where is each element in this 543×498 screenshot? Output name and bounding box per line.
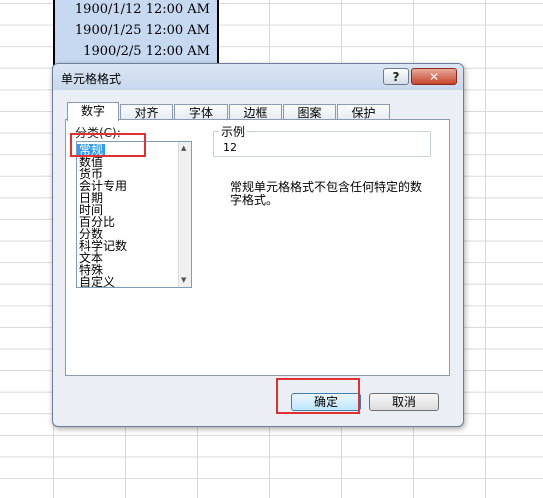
dialog-title: 单元格格式 — [61, 72, 122, 86]
category-scrollbar[interactable]: ▲ ▼ — [178, 142, 191, 287]
scroll-down-icon[interactable]: ▼ — [181, 276, 186, 284]
category-item-custom[interactable]: 自定义 — [79, 276, 115, 287]
cell-date-3[interactable]: 1900/2/5 12:00 AM — [58, 42, 210, 62]
tab-number[interactable]: 数字 — [67, 102, 119, 121]
cell-date-1[interactable]: 1900/1/12 12:00 AM — [58, 0, 210, 20]
help-button[interactable]: ? — [383, 68, 409, 85]
sample-label: 示例 — [219, 123, 248, 140]
format-description: 常规单元格格式不包含任何特定的数字格式。 — [230, 180, 423, 207]
format-cells-dialog: 单元格格式 ? ✕ 数字 对齐 字体 边框 图案 保护 分类(C): 常规 数值… — [52, 63, 464, 427]
close-button[interactable]: ✕ — [411, 68, 457, 85]
dialog-titlebar[interactable]: 单元格格式 ? ✕ — [53, 64, 463, 90]
highlight-box-ok — [276, 378, 360, 414]
cancel-button[interactable]: 取消 — [369, 393, 439, 411]
scroll-up-icon[interactable]: ▲ — [181, 144, 186, 152]
cell-date-2[interactable]: 1900/1/25 12:00 AM — [58, 21, 210, 41]
category-listbox[interactable]: 常规 数值 货币 会计专用 日期 时间 百分比 分数 科学记数 文本 特殊 自定… — [76, 141, 192, 288]
sample-value: 12 — [223, 141, 237, 154]
highlight-box-category — [70, 133, 146, 157]
